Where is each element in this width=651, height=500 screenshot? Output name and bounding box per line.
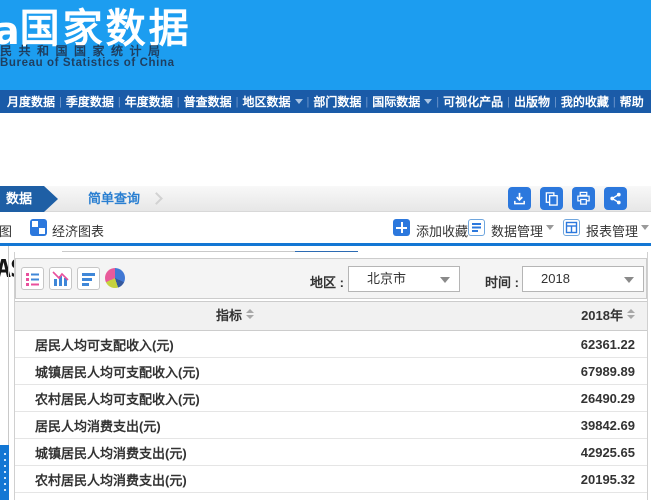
bureau-name-en: Bureau of Statistics of China [0, 57, 175, 69]
data-manage-button[interactable]: 数据管理 [491, 221, 543, 240]
breadcrumb: 数据 简单查询 [0, 186, 651, 212]
nav-item-quarterly[interactable]: 季度数据 [66, 93, 114, 110]
site-header: a国家数据 民共和国国家统计局 Bureau of Statistics of … [0, 0, 651, 90]
table-body: 居民人均可支配收入(元) 62361.22 城镇居民人均可支配收入(元) 679… [15, 331, 647, 493]
bar-chart-icon [50, 268, 71, 289]
view-hbars-button[interactable] [77, 267, 100, 290]
sort-icon [246, 309, 254, 319]
breadcrumb-simple-query[interactable]: 简单查询 [88, 186, 140, 212]
grid-toolbar: 地区 : 北京市 时间 : 2018 [15, 258, 647, 299]
table-row[interactable]: 农村居民人均消费支出(元) 20195.32 [15, 466, 647, 493]
time-label: 时间 : [485, 272, 519, 291]
chevron-down-icon [624, 277, 634, 283]
nav-item-visualization[interactable]: 可视化产品 [443, 93, 503, 110]
nav-item-annual[interactable]: 年度数据 [125, 93, 173, 110]
view-barchart-button[interactable] [49, 267, 72, 290]
region-select[interactable]: 北京市 [348, 266, 460, 292]
time-select[interactable]: 2018 [522, 266, 644, 292]
indicator-cell: 居民人均可支配收入(元) [15, 335, 447, 354]
nav-item-international[interactable]: 国际数据 [372, 93, 432, 110]
download-button[interactable] [508, 187, 531, 210]
copy-button[interactable] [540, 187, 563, 210]
tab-economic-charts[interactable]: 经济图表 [52, 221, 104, 240]
view-list-button[interactable] [21, 267, 44, 290]
report-manage-button[interactable]: 报表管理 [586, 221, 638, 240]
chart-grid-icon [30, 219, 47, 236]
indicator-cell: 农村居民人均消费支出(元) [15, 470, 447, 489]
share-icon [608, 191, 623, 206]
search-band: HASHU 搜索 统计热词 GDP CPI 总人口 社会消费品零售总额 粮食产量… [0, 113, 651, 186]
list-view-icon [22, 268, 43, 289]
table-icon [563, 219, 580, 236]
value-cell: 62361.22 [447, 337, 647, 352]
value-cell: 39842.69 [447, 418, 647, 433]
nav-separator: | [59, 96, 62, 108]
chevron-down-icon [641, 225, 649, 230]
plus-icon [393, 219, 410, 236]
print-icon [576, 191, 591, 206]
nav-item-publications[interactable]: 出版物 [514, 93, 550, 110]
main-nav: 月度数据| 季度数据| 年度数据| 普查数据| 地区数据| 部门数据| 国际数据… [0, 90, 651, 113]
panel-splitter-handle[interactable] [0, 445, 9, 500]
copy-icon [544, 191, 559, 206]
table-row[interactable]: 居民人均消费支出(元) 39842.69 [15, 412, 647, 439]
nav-item-department[interactable]: 部门数据 [313, 93, 361, 110]
table-row[interactable]: 居民人均可支配收入(元) 62361.22 [15, 331, 647, 358]
blue-divider [0, 243, 651, 246]
tab-data-map[interactable]: 地图 [0, 221, 12, 240]
add-favorite-button[interactable]: 添加收藏 [416, 221, 468, 240]
indicator-cell: 农村居民人均可支配收入(元) [15, 389, 447, 408]
region-label: 地区 : [310, 272, 344, 291]
chevron-right-icon [150, 192, 163, 205]
indicator-cell: 城镇居民人均消费支出(元) [15, 443, 447, 462]
print-button[interactable] [572, 187, 595, 210]
indicator-cell: 居民人均消费支出(元) [15, 416, 447, 435]
value-cell: 26490.29 [447, 391, 647, 406]
table-row[interactable]: 城镇居民人均消费支出(元) 42925.65 [15, 439, 647, 466]
nav-item-help[interactable]: 帮助 [620, 93, 644, 110]
chevron-down-icon [295, 99, 303, 104]
breadcrumb-tab-data[interactable]: 数据 [0, 186, 58, 212]
document-icon [468, 219, 485, 236]
value-cell: 20195.32 [447, 472, 647, 487]
sort-icon [627, 309, 635, 319]
download-icon [512, 191, 527, 206]
chevron-down-icon [546, 225, 554, 230]
chevron-down-icon [424, 99, 432, 104]
chevron-down-icon [440, 277, 450, 283]
nav-item-census[interactable]: 普查数据 [184, 93, 232, 110]
view-switch-bar: 地图 经济图表 添加收藏 数据管理 报表管理 [0, 212, 651, 243]
nav-item-monthly[interactable]: 月度数据 [7, 93, 55, 110]
view-pie-button[interactable] [105, 268, 125, 288]
results-panel: 地区 : 北京市 时间 : 2018 指标 2018年 居民人均可支配收入(元)… [14, 252, 648, 500]
indicator-cell: 城镇居民人均可支配收入(元) [15, 362, 447, 381]
value-cell: 42925.65 [447, 445, 647, 460]
table-row[interactable]: 农村居民人均可支配收入(元) 26490.29 [15, 385, 647, 412]
nav-item-favorites[interactable]: 我的收藏 [561, 93, 609, 110]
table-row[interactable]: 城镇居民人均可支配收入(元) 67989.89 [15, 358, 647, 385]
nav-item-regional[interactable]: 地区数据 [243, 93, 303, 110]
horizontal-bars-icon [78, 268, 99, 289]
column-header-year[interactable]: 2018年 [455, 302, 647, 330]
value-cell: 67989.89 [447, 364, 647, 379]
share-button[interactable] [604, 187, 627, 210]
table-header: 指标 2018年 [15, 301, 647, 331]
page: a国家数据 民共和国国家统计局 Bureau of Statistics of … [0, 0, 651, 500]
column-header-indicator[interactable]: 指标 [15, 302, 455, 330]
